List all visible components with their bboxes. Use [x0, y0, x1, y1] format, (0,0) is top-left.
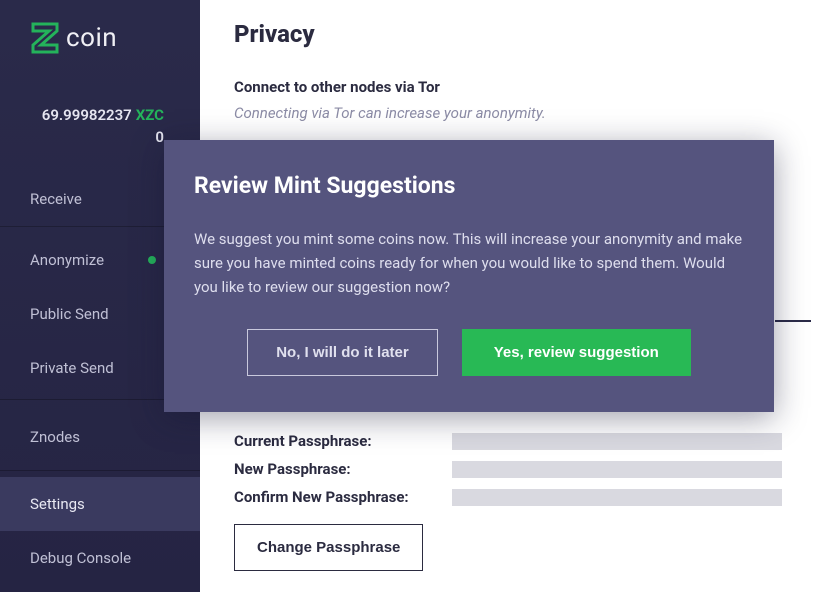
balance-primary: 69.99982237XZC: [20, 106, 164, 124]
page-title: Privacy: [234, 20, 782, 48]
change-passphrase-button[interactable]: Change Passphrase: [234, 524, 423, 571]
modal-confirm-button[interactable]: Yes, review suggestion: [462, 329, 691, 376]
sidebar-item-settings[interactable]: Settings: [0, 477, 200, 531]
modal-actions: No, I will do it later Yes, review sugge…: [194, 329, 744, 376]
tor-heading: Connect to other nodes via Tor: [234, 78, 782, 96]
input-confirm-passphrase[interactable]: [452, 489, 782, 506]
tor-description: Connecting via Tor can increase your ano…: [234, 104, 782, 122]
status-dot-icon: [148, 256, 156, 264]
label-current-passphrase: Current Passphrase:: [234, 432, 452, 450]
input-new-passphrase[interactable]: [452, 461, 782, 478]
label-confirm-passphrase: Confirm New Passphrase:: [234, 488, 452, 506]
balance-ticker: XZC: [136, 106, 164, 124]
row-confirm-passphrase: Confirm New Passphrase:: [234, 488, 782, 506]
sidebar-item-znodes[interactable]: Znodes: [0, 406, 200, 471]
brand-logo: coin: [0, 0, 200, 66]
sidebar-item-label: Anonymize: [30, 251, 104, 269]
balance-amount: 69.99982237: [42, 106, 132, 124]
modal-body: We suggest you mint some coins now. This…: [194, 227, 744, 299]
app-window: coin 69.99982237XZC 0 Receive Anonymize …: [0, 0, 816, 592]
mint-suggestion-modal: Review Mint Suggestions We suggest you m…: [164, 140, 774, 412]
balance-secondary: 0: [20, 128, 164, 146]
modal-dismiss-button[interactable]: No, I will do it later: [247, 329, 438, 376]
modal-title: Review Mint Suggestions: [194, 172, 744, 199]
passphrase-section: Current Passphrase: New Passphrase: Conf…: [234, 432, 782, 571]
zcoin-logo-icon: [30, 20, 60, 56]
label-new-passphrase: New Passphrase:: [234, 460, 452, 478]
input-current-passphrase[interactable]: [452, 433, 782, 450]
brand-name: coin: [66, 23, 117, 53]
sidebar-item-debug-console[interactable]: Debug Console: [0, 531, 200, 585]
row-new-passphrase: New Passphrase:: [234, 460, 782, 478]
row-current-passphrase: Current Passphrase:: [234, 432, 782, 450]
section-divider: [775, 320, 811, 322]
